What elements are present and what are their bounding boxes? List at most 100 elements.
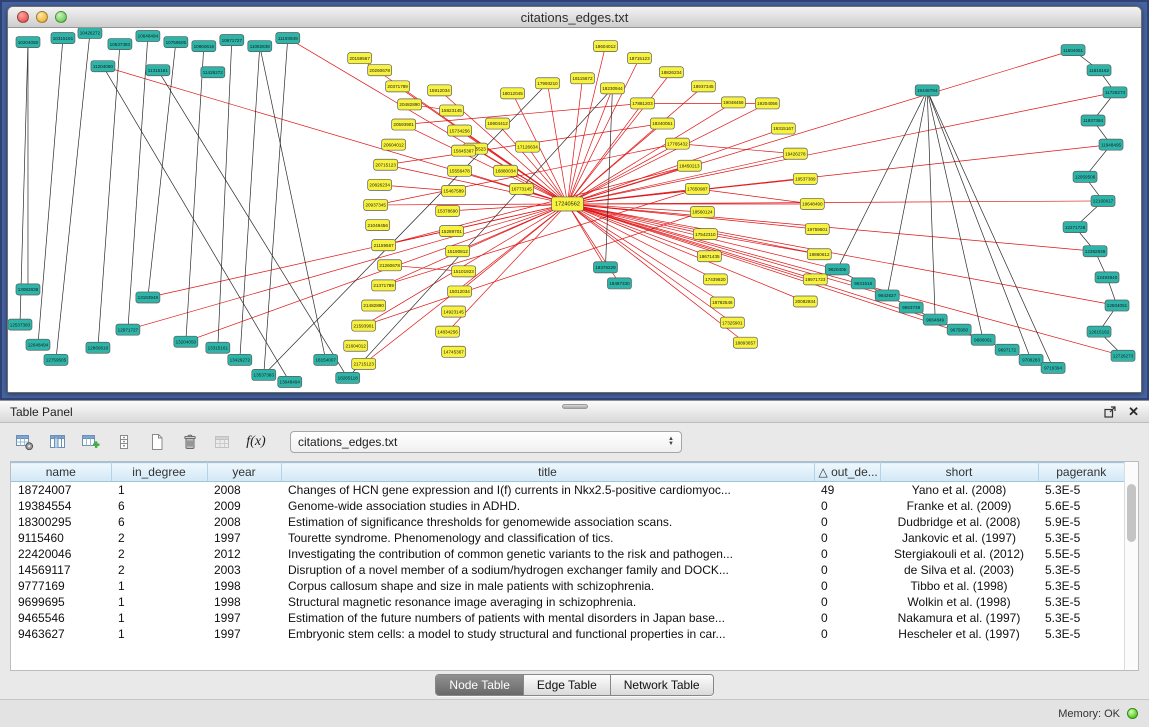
graph-node[interactable]: 18937345 bbox=[691, 81, 715, 92]
tab-network-table[interactable]: Network Table bbox=[611, 675, 713, 695]
table-mode-button[interactable] bbox=[12, 429, 38, 455]
graph-node[interactable]: 21048456 bbox=[366, 220, 390, 231]
graph-node[interactable]: 19971723 bbox=[803, 274, 827, 285]
graph-edge[interactable] bbox=[568, 204, 984, 340]
graph-node[interactable]: 18715123 bbox=[627, 53, 651, 64]
table-cell[interactable]: 18300295 bbox=[11, 514, 111, 530]
graph-node[interactable]: 18604012 bbox=[593, 41, 617, 52]
table-scrollbar[interactable] bbox=[1124, 462, 1138, 670]
graph-node[interactable]: 11504051 bbox=[1061, 45, 1085, 56]
graph-edge[interactable] bbox=[186, 46, 204, 342]
graph-node[interactable]: 20482890 bbox=[398, 99, 422, 110]
graph-node[interactable]: 12759505 bbox=[44, 354, 68, 365]
table-cell[interactable]: 5.3E-5 bbox=[1038, 626, 1124, 642]
table-cell[interactable]: Tibbo et al. (1998) bbox=[880, 578, 1038, 594]
graph-node[interactable]: 18265118 bbox=[336, 372, 360, 383]
graph-node[interactable]: 10648494 bbox=[136, 31, 160, 42]
graph-node[interactable]: 11615162 bbox=[1087, 65, 1111, 76]
graph-edge[interactable] bbox=[458, 204, 568, 251]
graph-edge[interactable] bbox=[348, 88, 613, 378]
table-cell[interactable]: 49 bbox=[814, 482, 880, 498]
close-panel-button[interactable]: ✕ bbox=[1128, 405, 1139, 418]
graph-node[interactable]: 9653738 bbox=[899, 302, 923, 313]
graph-node[interactable]: 10759505 bbox=[164, 37, 188, 48]
network-graph-svg[interactable]: 1724056218012045179932101811567218230944… bbox=[8, 28, 1141, 392]
graph-node[interactable]: 9675950 bbox=[947, 324, 971, 335]
graph-node[interactable]: 10204050 bbox=[16, 37, 40, 48]
graph-edge[interactable] bbox=[260, 46, 326, 360]
graph-node[interactable]: 18376229 bbox=[593, 262, 617, 273]
table-cell[interactable]: 1997 bbox=[207, 530, 281, 546]
graph-node[interactable]: 12726273 bbox=[1111, 350, 1135, 361]
graph-node[interactable]: 9631516 bbox=[851, 278, 875, 289]
table-row[interactable]: 1830029562008Estimation of significance … bbox=[11, 514, 1124, 530]
table-cell[interactable]: 0 bbox=[814, 610, 880, 626]
table-cell[interactable]: Franke et al. (2009) bbox=[880, 498, 1038, 514]
graph-node[interactable]: 18340051 bbox=[650, 118, 674, 129]
graph-node[interactable]: 9686061 bbox=[971, 334, 995, 345]
graph-node[interactable]: 12059506 bbox=[1073, 171, 1097, 182]
table-row[interactable]: 2242004622012Investigating the contribut… bbox=[11, 546, 1124, 562]
table-cell[interactable]: Estimation of significance thresholds fo… bbox=[281, 514, 814, 530]
table-cell[interactable]: 0 bbox=[814, 594, 880, 610]
show-columns-button[interactable] bbox=[45, 429, 71, 455]
table-cell[interactable]: Stergiakouli et al. (2012) bbox=[880, 546, 1038, 562]
table-cell[interactable]: 2008 bbox=[207, 482, 281, 498]
table-cell[interactable]: 19384554 bbox=[11, 498, 111, 514]
graph-edge[interactable] bbox=[568, 145, 1112, 204]
table-cell[interactable]: 5.9E-5 bbox=[1038, 514, 1124, 530]
graph-node[interactable]: 10971727 bbox=[220, 35, 244, 46]
graph-node[interactable]: 9642627 bbox=[875, 290, 899, 301]
graph-node[interactable]: 12648494 bbox=[26, 339, 50, 350]
graph-node[interactable]: 17439820 bbox=[703, 274, 727, 285]
table-cell[interactable]: 2 bbox=[111, 546, 207, 562]
column-header-year[interactable]: year bbox=[207, 463, 281, 482]
table-cell[interactable]: Changes of HCN gene expression and I(f) … bbox=[281, 482, 814, 498]
graph-node[interactable]: 20082834 bbox=[793, 296, 817, 307]
table-cell[interactable]: 0 bbox=[814, 562, 880, 578]
graph-node[interactable]: 13426272 bbox=[228, 354, 252, 365]
graph-edge[interactable] bbox=[548, 83, 568, 204]
graph-node[interactable]: 20371789 bbox=[386, 81, 410, 92]
graph-node[interactable]: 17240562 bbox=[552, 197, 584, 211]
graph-node[interactable]: 20593901 bbox=[392, 119, 416, 130]
graph-node[interactable]: 20260678 bbox=[368, 65, 392, 76]
graph-node[interactable]: 12493940 bbox=[1095, 272, 1119, 283]
table-cell[interactable]: 1998 bbox=[207, 594, 281, 610]
graph-node[interactable]: 11426272 bbox=[201, 67, 225, 78]
table-cell[interactable]: 1 bbox=[111, 482, 207, 498]
graph-node[interactable]: 14923145 bbox=[442, 306, 466, 317]
graph-node[interactable]: 17993210 bbox=[536, 78, 560, 89]
graph-node[interactable]: 18487330 bbox=[607, 278, 631, 289]
graph-edge[interactable] bbox=[128, 204, 568, 330]
graph-edge[interactable] bbox=[887, 90, 927, 295]
graph-edge[interactable] bbox=[148, 42, 176, 297]
graph-node[interactable]: 16880034 bbox=[494, 165, 518, 176]
graph-node[interactable]: 15645367 bbox=[452, 145, 476, 156]
graph-node[interactable]: 21371789 bbox=[372, 280, 396, 291]
table-cell[interactable]: Disruption of a novel member of a sodium… bbox=[281, 562, 814, 578]
table-cell[interactable]: 9699695 bbox=[11, 594, 111, 610]
graph-node[interactable]: 19759501 bbox=[805, 224, 829, 235]
column-header-short[interactable]: short bbox=[880, 463, 1038, 482]
graph-node[interactable]: 13204050 bbox=[174, 336, 198, 347]
table-row[interactable]: 946554611997Estimation of the future num… bbox=[11, 610, 1124, 626]
graph-node[interactable]: 16904412 bbox=[486, 118, 510, 129]
graph-edge[interactable] bbox=[568, 103, 643, 204]
table-cell[interactable]: 5.6E-5 bbox=[1038, 498, 1124, 514]
graph-node[interactable]: 18671435 bbox=[697, 251, 721, 262]
graph-node[interactable]: 11837384 bbox=[1081, 115, 1105, 126]
table-cell[interactable]: 0 bbox=[814, 578, 880, 594]
graph-edge[interactable] bbox=[697, 189, 812, 204]
table-cell[interactable]: 5.3E-5 bbox=[1038, 562, 1124, 578]
tab-node-table[interactable]: Node Table bbox=[436, 675, 524, 695]
graph-node[interactable]: 10860616 bbox=[192, 41, 216, 52]
table-cell[interactable]: 5.5E-5 bbox=[1038, 546, 1124, 562]
graph-node[interactable]: 15556478 bbox=[448, 165, 472, 176]
table-cell[interactable]: de Silva et al. (2003) bbox=[880, 562, 1038, 578]
table-cell[interactable]: 1 bbox=[111, 578, 207, 594]
network-window-titlebar[interactable]: citations_edges.txt bbox=[8, 7, 1141, 28]
graph-edge[interactable] bbox=[56, 33, 90, 360]
column-header-pagerank[interactable]: pagerank bbox=[1038, 463, 1124, 482]
graph-node[interactable]: 17650987 bbox=[685, 183, 709, 194]
